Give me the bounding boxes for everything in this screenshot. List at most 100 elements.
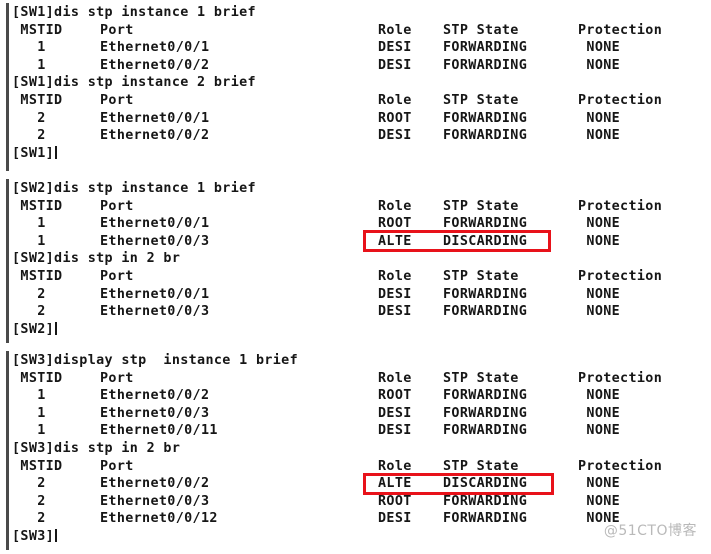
cell-stp-state: FORWARDING bbox=[443, 423, 528, 439]
column-header-role: Role bbox=[378, 22, 412, 38]
cell-stp-state: FORWARDING bbox=[443, 405, 528, 421]
cell-role: ROOT bbox=[378, 216, 412, 232]
column-header-protection: Protection bbox=[578, 268, 663, 284]
column-header-stp-state: STP State bbox=[443, 92, 519, 108]
table-row: 2 Ethernet0/0/2 ALTE DISCARDING NONE bbox=[12, 475, 711, 493]
cell-stp-state: FORWARDING bbox=[443, 57, 528, 73]
cell-mstid: 2 bbox=[12, 476, 46, 492]
column-header-protection: Protection bbox=[578, 22, 663, 38]
cell-stp-state: DISCARDING bbox=[443, 233, 528, 249]
cell-mstid: 1 bbox=[12, 233, 46, 249]
column-header-stp-state: STP State bbox=[443, 458, 519, 474]
column-header-protection: Protection bbox=[578, 370, 663, 386]
cell-mstid: 2 bbox=[12, 511, 46, 527]
cell-stp-state: FORWARDING bbox=[443, 110, 528, 126]
cell-protection: NONE bbox=[578, 286, 621, 302]
command-text: [SW2]dis stp instance 1 brief bbox=[12, 181, 256, 196]
table-row: 1 Ethernet0/0/3 ALTE DISCARDING NONE bbox=[12, 233, 711, 251]
prompt-text: [SW2] bbox=[12, 321, 58, 339]
cell-role: ROOT bbox=[378, 493, 412, 509]
cell-role: DESI bbox=[378, 304, 412, 320]
cell-port: Ethernet0/0/3 bbox=[100, 493, 210, 509]
prompt-line: [SW1] bbox=[12, 145, 711, 163]
cell-protection: NONE bbox=[578, 493, 621, 509]
column-header-port: Port bbox=[100, 458, 134, 474]
cell-mstid: 2 bbox=[12, 304, 46, 320]
cell-mstid: 1 bbox=[12, 57, 46, 73]
cell-stp-state: FORWARDING bbox=[443, 286, 528, 302]
table-row: 1 Ethernet0/0/3 DESI FORWARDING NONE bbox=[12, 405, 711, 423]
cell-protection: NONE bbox=[578, 128, 621, 144]
table-row: 2 Ethernet0/0/1 ROOT FORWARDING NONE bbox=[12, 110, 711, 128]
cell-port: Ethernet0/0/1 bbox=[100, 216, 210, 232]
cell-role: DESI bbox=[378, 128, 412, 144]
cell-protection: NONE bbox=[578, 57, 621, 73]
table-row: 2 Ethernet0/0/3 DESI FORWARDING NONE bbox=[12, 303, 711, 321]
watermark: @51CTO博客 bbox=[603, 523, 697, 539]
cell-stp-state: FORWARDING bbox=[443, 388, 528, 404]
cell-mstid: 2 bbox=[12, 286, 46, 302]
table-header-row: MSTID Port Role STP State Protection bbox=[12, 22, 711, 40]
terminal-left-rule-3 bbox=[6, 351, 9, 550]
text-cursor[interactable] bbox=[55, 321, 58, 335]
cell-port: Ethernet0/0/2 bbox=[100, 128, 210, 144]
prompt-line: [SW2] bbox=[12, 321, 711, 339]
column-header-protection: Protection bbox=[578, 198, 663, 214]
command-text: [SW1]dis stp instance 1 brief bbox=[12, 5, 256, 20]
cell-role: ROOT bbox=[378, 110, 412, 126]
cell-port: Ethernet0/0/3 bbox=[100, 304, 210, 320]
cell-role: DESI bbox=[378, 511, 412, 527]
cell-port: Ethernet0/0/1 bbox=[100, 286, 210, 302]
command-line: [SW3]dis stp in 2 br bbox=[12, 440, 711, 458]
cell-role: DESI bbox=[378, 405, 412, 421]
cell-protection: NONE bbox=[578, 388, 621, 404]
cell-port: Ethernet0/0/1 bbox=[100, 110, 210, 126]
column-header-mstid: MSTID bbox=[12, 458, 63, 474]
cell-port: Ethernet0/0/11 bbox=[100, 423, 218, 439]
table-row: 1 Ethernet0/0/11 DESI FORWARDING NONE bbox=[12, 422, 711, 440]
cell-stp-state: FORWARDING bbox=[443, 304, 528, 320]
cell-stp-state: FORWARDING bbox=[443, 493, 528, 509]
cell-port: Ethernet0/0/1 bbox=[100, 40, 210, 56]
column-header-role: Role bbox=[378, 458, 412, 474]
cell-protection: NONE bbox=[578, 476, 621, 492]
column-header-mstid: MSTID bbox=[12, 370, 63, 386]
column-header-mstid: MSTID bbox=[12, 198, 63, 214]
command-line: [SW3]display stp instance 1 brief bbox=[12, 352, 711, 370]
command-text: [SW2]dis stp in 2 br bbox=[12, 251, 181, 267]
column-header-mstid: MSTID bbox=[12, 92, 63, 108]
table-header-row: MSTID Port Role STP State Protection bbox=[12, 92, 711, 110]
cell-role: DESI bbox=[378, 286, 412, 302]
cell-port: Ethernet0/0/2 bbox=[100, 57, 210, 73]
table-header-row: MSTID Port Role STP State Protection bbox=[12, 370, 711, 388]
cell-protection: NONE bbox=[578, 40, 621, 56]
terminal-block-sw2: [SW2]dis stp instance 1 brief MSTID Port R… bbox=[12, 180, 711, 338]
cell-stp-state: FORWARDING bbox=[443, 216, 528, 232]
column-header-port: Port bbox=[100, 198, 134, 214]
text-cursor[interactable] bbox=[55, 145, 58, 159]
cell-mstid: 2 bbox=[12, 110, 46, 126]
table-row: 2 Ethernet0/0/2 DESI FORWARDING NONE bbox=[12, 127, 711, 145]
column-header-protection: Protection bbox=[578, 458, 663, 474]
cell-role: DESI bbox=[378, 40, 412, 56]
cell-role: DESI bbox=[378, 57, 412, 73]
column-header-stp-state: STP State bbox=[443, 22, 519, 38]
cell-mstid: 2 bbox=[12, 493, 46, 509]
cell-role: ROOT bbox=[378, 388, 412, 404]
text-cursor[interactable] bbox=[55, 528, 58, 542]
cell-stp-state: FORWARDING bbox=[443, 128, 528, 144]
terminal-block-sw3: [SW3]display stp instance 1 brief MSTID P… bbox=[12, 352, 711, 546]
cell-mstid: 1 bbox=[12, 40, 46, 56]
column-header-stp-state: STP State bbox=[443, 370, 519, 386]
column-header-protection: Protection bbox=[578, 92, 663, 108]
table-header-row: MSTID Port Role STP State Protection bbox=[12, 458, 711, 476]
command-line: [SW1]dis stp instance 2 brief bbox=[12, 74, 711, 92]
terminal-block-sw1: [SW1]dis stp instance 1 brief MSTID Port R… bbox=[12, 4, 711, 162]
table-row: 1 Ethernet0/0/2 ROOT FORWARDING NONE bbox=[12, 387, 711, 405]
table-row: 2 Ethernet0/0/3 ROOT FORWARDING NONE bbox=[12, 493, 711, 511]
table-row: 1 Ethernet0/0/2 DESI FORWARDING NONE bbox=[12, 57, 711, 75]
cell-stp-state: DISCARDING bbox=[443, 476, 528, 492]
table-row: 1 Ethernet0/0/1 ROOT FORWARDING NONE bbox=[12, 215, 711, 233]
command-line: [SW2]dis stp instance 1 brief bbox=[12, 180, 711, 198]
cell-stp-state: FORWARDING bbox=[443, 40, 528, 56]
